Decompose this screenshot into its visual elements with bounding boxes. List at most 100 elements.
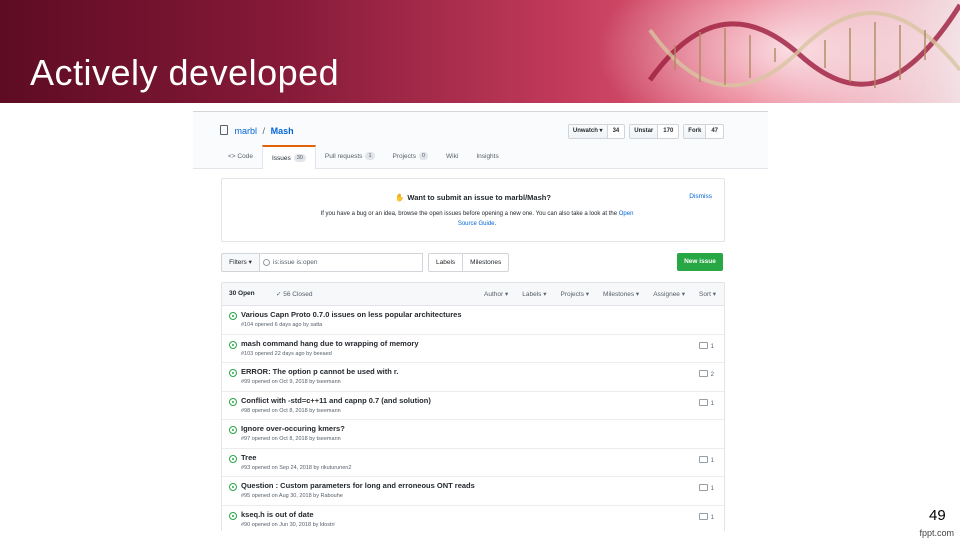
notice-body: If you have a bug or an idea, browse the… <box>320 211 634 227</box>
issue-title[interactable]: kseq.h is out of date <box>241 510 314 519</box>
open-issues-filter[interactable]: 30 Open <box>229 290 255 297</box>
repo-title: marbl / Mash <box>220 125 294 136</box>
open-issue-icon <box>229 483 237 491</box>
comment-icon <box>698 398 708 406</box>
assignee-menu[interactable]: Assignee ▾ <box>653 290 685 298</box>
comment-count[interactable]: 1 <box>698 484 714 492</box>
issue-row[interactable]: Question : Custom parameters for long an… <box>222 477 724 506</box>
issue-meta: #93 opened on Sep 24, 2018 by rikuturune… <box>241 464 352 471</box>
comment-icon <box>698 455 708 463</box>
contribute-notice: ✋ Want to submit an issue to marbl/Mash? … <box>221 178 725 242</box>
notice-title: ✋ Want to submit an issue to marbl/Mash? <box>222 193 724 202</box>
unwatch-button[interactable]: Unwatch ▾ <box>568 125 608 138</box>
open-issue-icon <box>229 312 237 320</box>
issue-row[interactable]: ERROR: The option p cannot be used with … <box>222 363 724 392</box>
issue-meta: #99 opened on Oct 9, 2018 by tseemann <box>241 379 341 385</box>
tab-issues[interactable]: Issues 30 <box>261 145 316 169</box>
comment-count-value: 1 <box>710 343 714 350</box>
issue-row[interactable]: mash command hang due to wrapping of mem… <box>222 335 724 363</box>
labels-milestones-group: Labels Milestones <box>428 253 510 272</box>
issue-title[interactable]: Question : Custom parameters for long an… <box>241 481 475 490</box>
open-issue-icon <box>229 397 237 406</box>
unwatch-button-group[interactable]: Unwatch ▾ 34 <box>567 124 626 139</box>
unstar-button[interactable]: Unstar <box>630 125 659 138</box>
issue-meta: #97 opened on Oct 8, 2018 by tseemann <box>241 436 341 442</box>
comment-count[interactable]: 2 <box>698 370 714 378</box>
projects-menu[interactable]: Projects ▾ <box>560 290 589 298</box>
author-menu[interactable]: Author ▾ <box>484 290 508 298</box>
comment-count[interactable]: 1 <box>698 512 714 521</box>
title-banner: Actively developed <box>0 0 960 103</box>
search-value: is:issue is:open <box>273 259 318 266</box>
labels-button[interactable]: Labels <box>429 254 462 271</box>
closed-issues-filter[interactable]: ✓ 56 Closed <box>276 290 313 298</box>
tab-wiki[interactable]: Wiki <box>437 145 467 167</box>
issue-row[interactable]: Conflict with -std=c++11 and capnp 0.7 (… <box>222 392 724 420</box>
repo-name-link[interactable]: Mash <box>271 126 294 136</box>
sort-menu[interactable]: Sort ▾ <box>699 290 716 298</box>
issue-meta: #103 opened 22 days ago by beeaed <box>241 350 332 357</box>
issue-meta: #104 opened 6 days ago by satta <box>241 322 323 328</box>
tab-projects-count: 0 <box>418 152 429 160</box>
repo-book-icon <box>220 125 228 135</box>
tab-issues-label: Issues <box>271 154 291 162</box>
fork-count[interactable]: 47 <box>706 125 723 138</box>
milestones-menu[interactable]: Milestones ▾ <box>603 290 639 298</box>
repo-actions: Unwatch ▾ 34 Unstar 170 Fork 47 <box>567 124 724 139</box>
comment-count[interactable]: 1 <box>698 455 714 464</box>
tab-projects-label: Projects <box>392 152 416 160</box>
open-issue-icon <box>229 511 237 520</box>
fork-button-group[interactable]: Fork 47 <box>683 124 724 139</box>
comment-icon <box>698 512 708 520</box>
comment-count-value: 2 <box>710 372 714 378</box>
tab-pr-label: Pull requests <box>324 152 363 160</box>
wave-icon: ✋ <box>395 193 405 202</box>
dna-helix-graphic <box>647 3 960 88</box>
comment-count-value: 1 <box>710 486 714 492</box>
comment-count-value: 1 <box>710 400 714 407</box>
issue-row[interactable]: kseq.h is out of date #90 opened on Jun 3… <box>222 506 724 532</box>
open-issue-icon <box>229 340 237 349</box>
labels-menu[interactable]: Labels ▾ <box>522 290 546 298</box>
unstar-button-group[interactable]: Unstar 170 <box>629 124 680 139</box>
comment-count[interactable]: 1 <box>698 341 714 350</box>
tab-insights[interactable]: Insights <box>467 145 507 167</box>
issue-meta: #98 opened on Oct 8, 2018 by tseemann <box>241 407 341 414</box>
issue-meta: #90 opened on Jun 30, 2018 by ldostri <box>241 521 335 528</box>
comment-count[interactable]: 1 <box>698 398 714 407</box>
issue-title[interactable]: ERROR: The option p cannot be used with … <box>241 367 399 376</box>
issue-row[interactable]: Various Capn Proto 0.7.0 issues on less … <box>222 306 724 335</box>
new-issue-button[interactable]: New issue <box>677 253 723 271</box>
issue-search-input[interactable]: is:issue is:open <box>259 253 423 272</box>
footer-watermark: fppt.com <box>919 528 954 538</box>
milestones-button[interactable]: Milestones <box>462 254 508 271</box>
issue-row[interactable]: Tree #93 opened on Sep 24, 2018 by rikutu… <box>222 449 724 477</box>
issue-row[interactable]: Ignore over-occuring kmers? #97 opened on… <box>222 420 724 449</box>
issue-list: 30 Open ✓ 56 Closed Author ▾ Labels ▾ Pr… <box>221 282 725 531</box>
tab-pull-requests[interactable]: Pull requests 1 <box>316 145 384 167</box>
issue-title[interactable]: Ignore over-occuring kmers? <box>241 424 345 433</box>
tab-insights-label: Insights <box>476 152 499 160</box>
tab-code[interactable]: <> Code <box>219 145 262 167</box>
open-issue-icon <box>229 454 237 463</box>
notice-title-text: Want to submit an issue to marbl/Mash? <box>407 193 551 202</box>
open-issue-icon <box>229 426 237 434</box>
list-sort-menus: Author ▾ Labels ▾ Projects ▾ Milestones … <box>484 290 716 298</box>
issue-title[interactable]: Conflict with -std=c++11 and capnp 0.7 (… <box>241 396 431 405</box>
issue-title[interactable]: Tree <box>241 453 256 462</box>
issue-meta: #95 opened on Aug 30, 2018 by Rabouhe <box>241 493 343 499</box>
repo-owner-link[interactable]: marbl <box>235 126 258 136</box>
filters-dropdown[interactable]: Filters ▾ <box>221 253 260 272</box>
comment-count-value: 1 <box>710 457 714 464</box>
tab-projects[interactable]: Projects 0 <box>384 145 438 167</box>
issue-title[interactable]: mash command hang due to wrapping of mem… <box>241 339 419 348</box>
repo-header: marbl / Mash Unwatch ▾ 34 Unstar 170 For… <box>193 112 768 169</box>
fork-button[interactable]: Fork <box>684 125 707 138</box>
comment-icon <box>698 484 708 491</box>
slide-page-number: 49 <box>929 507 946 524</box>
watch-count[interactable]: 34 <box>608 125 625 138</box>
notice-body-text: If you have a bug or an idea, browse the… <box>320 211 618 217</box>
star-count[interactable]: 170 <box>658 125 678 138</box>
issue-title[interactable]: Various Capn Proto 0.7.0 issues on less … <box>241 310 462 319</box>
dismiss-link[interactable]: Dismiss <box>689 193 712 200</box>
